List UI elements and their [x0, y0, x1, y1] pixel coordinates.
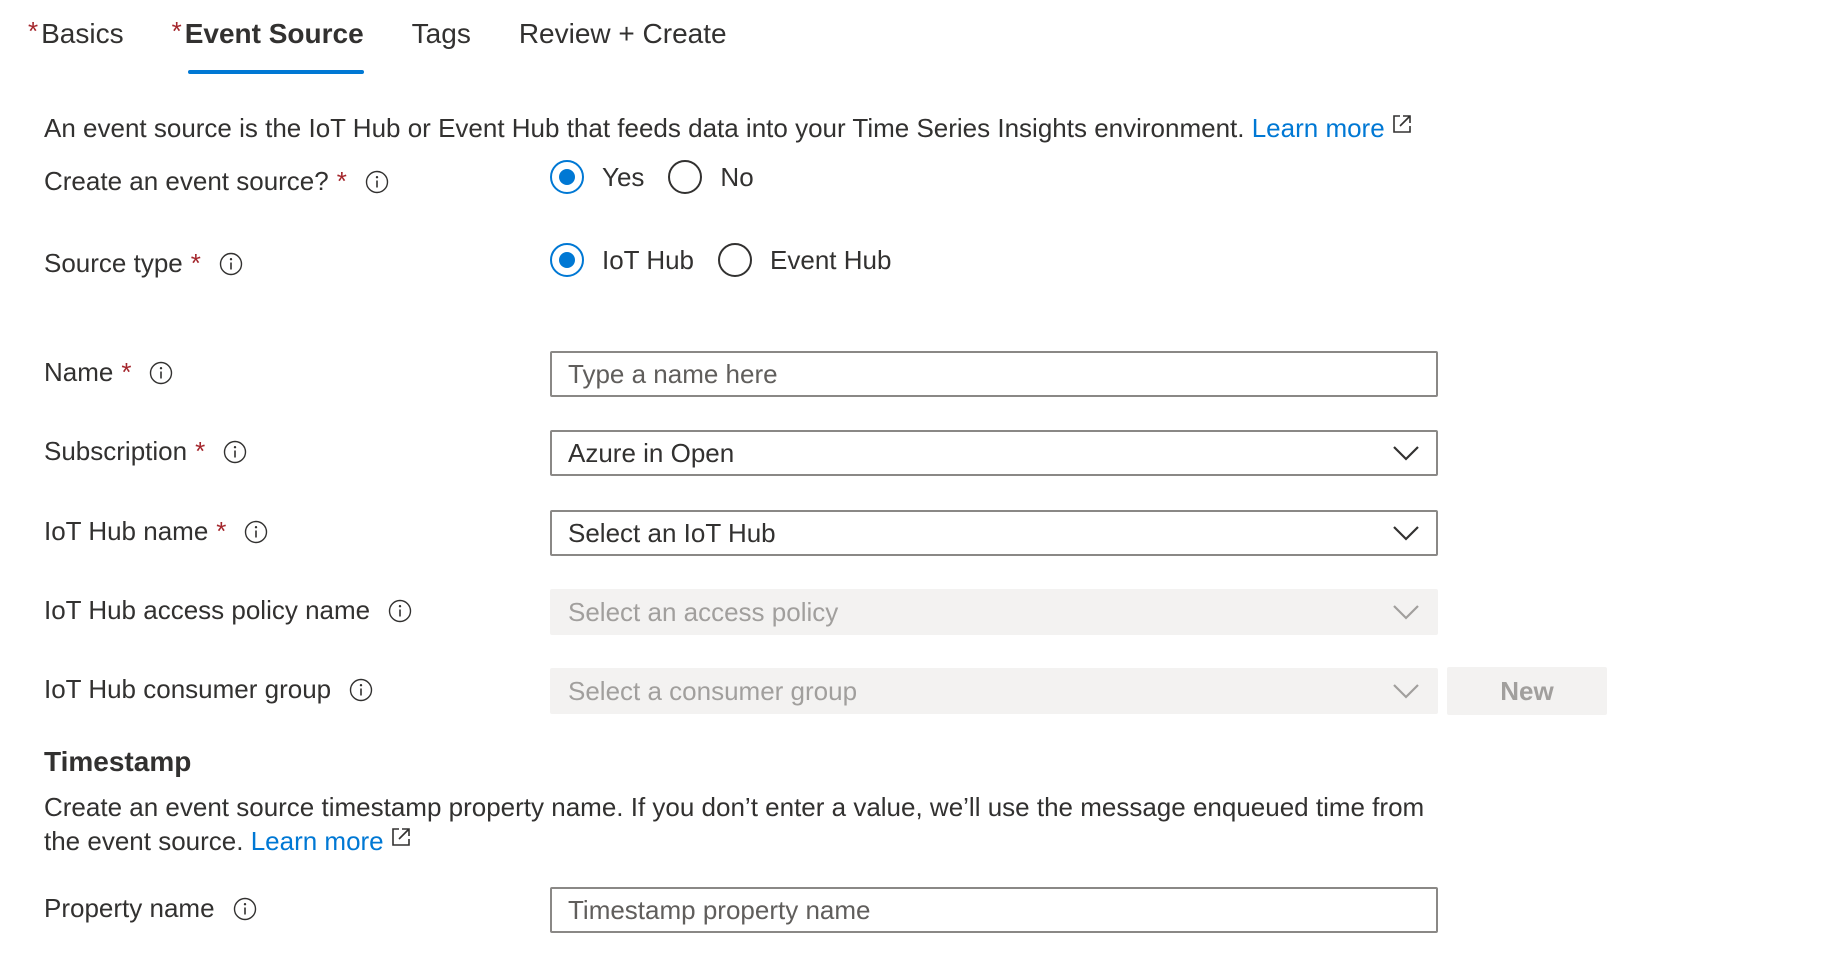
chevron-down-icon: [1393, 605, 1419, 620]
chevron-down-icon: [1393, 446, 1419, 461]
field-label: Name: [44, 357, 114, 387]
radio-label: No: [720, 161, 754, 192]
tab-label: Review + Create: [518, 18, 727, 49]
required-marker: *: [28, 16, 39, 46]
radio-yes[interactable]: Yes: [550, 160, 644, 194]
radio-circle: [550, 243, 584, 277]
tab-basics[interactable]: * Basics: [28, 14, 124, 74]
selected-value: Select an access policy: [568, 596, 839, 627]
field-label: IoT Hub name: [44, 516, 209, 546]
consumer-group-label: IoT Hub consumer group: [44, 674, 373, 705]
source-type-radio-group: IoT Hub Event Hub: [550, 243, 915, 277]
chevron-down-icon: [1393, 684, 1419, 699]
name-field[interactable]: [550, 351, 1438, 397]
property-name-label: Property name: [44, 893, 257, 924]
iot-hub-name-label: IoT Hub name *: [44, 516, 268, 547]
radio-event-hub[interactable]: Event Hub: [718, 243, 891, 277]
info-icon[interactable]: [244, 520, 268, 544]
access-policy-label: IoT Hub access policy name: [44, 595, 412, 626]
required-marker: *: [171, 16, 182, 46]
radio-label: Event Hub: [770, 244, 892, 275]
radio-label: Yes: [602, 161, 645, 192]
required-marker: *: [121, 357, 132, 387]
field-label: Property name: [44, 893, 215, 923]
consumer-group-dropdown: Select a consumer group: [550, 668, 1438, 714]
radio-circle: [668, 160, 703, 194]
iot-hub-dropdown[interactable]: Select an IoT Hub: [550, 510, 1438, 556]
tab-event-source[interactable]: * Event Source: [172, 14, 364, 74]
field-label: Source type: [44, 248, 183, 278]
required-marker: *: [336, 166, 347, 196]
create-event-source-radio-group: Yes No: [550, 160, 778, 194]
info-icon[interactable]: [365, 170, 389, 194]
name-input[interactable]: [568, 358, 1420, 390]
chevron-down-icon: [1393, 526, 1419, 541]
info-icon[interactable]: [149, 361, 173, 385]
property-name-field[interactable]: [550, 887, 1438, 933]
selected-value: Select an IoT Hub: [568, 517, 776, 548]
tab-tags[interactable]: Tags: [412, 14, 471, 74]
tab-review-create[interactable]: Review + Create: [519, 14, 727, 74]
selected-value: Select a consumer group: [568, 675, 858, 706]
selected-value: Azure in Open: [568, 437, 735, 468]
tab-label: Event Source: [184, 18, 364, 49]
radio-circle: [550, 160, 584, 194]
intro-text: An event source is the IoT Hub or Event …: [44, 113, 1413, 144]
source-type-label: Source type *: [44, 248, 243, 279]
active-tab-indicator: [187, 70, 364, 74]
radio-circle: [718, 243, 753, 277]
external-link-icon: [391, 828, 410, 846]
property-name-input[interactable]: [568, 894, 1420, 926]
learn-more-link[interactable]: Learn more: [1252, 113, 1385, 143]
info-icon[interactable]: [349, 678, 373, 702]
tab-label: Tags: [411, 18, 471, 49]
external-link-icon: [1392, 115, 1411, 133]
intro-description: An event source is the IoT Hub or Event …: [44, 113, 1252, 143]
timestamp-learn-more-link[interactable]: Learn more: [251, 826, 384, 856]
new-consumer-group-button: New: [1447, 667, 1607, 715]
timestamp-description: Create an event source timestamp propert…: [44, 790, 1464, 858]
radio-iot-hub[interactable]: IoT Hub: [550, 243, 694, 277]
required-marker: *: [190, 248, 201, 278]
info-icon[interactable]: [233, 897, 257, 921]
required-marker: *: [195, 436, 206, 466]
info-icon[interactable]: [223, 440, 247, 464]
field-label: IoT Hub consumer group: [44, 674, 332, 704]
info-icon[interactable]: [388, 599, 412, 623]
field-label: Create an event source?: [44, 166, 329, 196]
radio-no[interactable]: No: [668, 160, 754, 194]
timestamp-section-title: Timestamp: [44, 746, 192, 777]
subscription-dropdown[interactable]: Azure in Open: [550, 430, 1438, 476]
radio-label: IoT Hub: [602, 244, 695, 275]
name-label: Name *: [44, 357, 173, 388]
tab-label: Basics: [41, 18, 124, 49]
create-event-source-label: Create an event source? *: [44, 166, 389, 197]
required-marker: *: [216, 516, 227, 546]
wizard-tabs: * Basics * Event Source Tags Review + Cr…: [28, 14, 775, 74]
subscription-label: Subscription *: [44, 436, 247, 467]
field-label: IoT Hub access policy name: [44, 595, 371, 625]
info-icon[interactable]: [219, 252, 243, 276]
access-policy-dropdown: Select an access policy: [550, 589, 1438, 635]
field-label: Subscription: [44, 436, 188, 466]
